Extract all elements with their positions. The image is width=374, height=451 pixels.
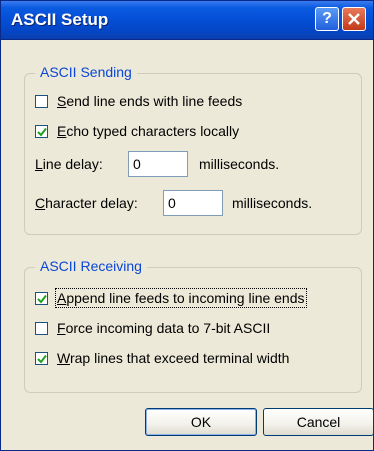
send-line-ends-option[interactable]: Send line ends with line feeds xyxy=(35,92,242,110)
ascii-setup-dialog: ASCII Setup ? ASCII Sending Send line en… xyxy=(0,0,374,451)
echo-local-label: Echo typed characters locally xyxy=(57,123,240,139)
char-delay-input[interactable]: 0 xyxy=(163,190,223,216)
append-line-feeds-checkbox[interactable] xyxy=(35,291,48,305)
echo-local-option[interactable]: Echo typed characters locally xyxy=(35,122,239,140)
char-delay-label: Character delay: xyxy=(35,195,138,211)
send-line-ends-checkbox[interactable] xyxy=(35,94,48,108)
send-line-ends-label: Send line ends with line feeds xyxy=(57,93,243,109)
wrap-lines-label: Wrap lines that exceed terminal width xyxy=(57,350,290,366)
check-icon xyxy=(37,354,47,364)
append-line-feeds-option[interactable]: Append line feeds to incoming line ends xyxy=(35,288,307,308)
check-icon xyxy=(37,294,47,304)
line-delay-unit: milliseconds. xyxy=(199,156,280,172)
line-delay-input[interactable]: 0 xyxy=(128,151,188,177)
echo-local-checkbox[interactable] xyxy=(35,124,48,138)
title-bar[interactable]: ASCII Setup ? xyxy=(1,1,373,40)
help-button[interactable]: ? xyxy=(315,7,339,31)
wrap-lines-option[interactable]: Wrap lines that exceed terminal width xyxy=(35,349,289,367)
line-delay-label: Line delay: xyxy=(35,156,103,172)
append-line-feeds-label: Append line feeds to incoming line ends xyxy=(55,288,307,308)
close-icon xyxy=(348,13,360,25)
force-7bit-option[interactable]: Force incoming data to 7-bit ASCII xyxy=(35,319,270,337)
wrap-lines-checkbox[interactable] xyxy=(35,351,48,365)
check-icon xyxy=(37,127,47,137)
ok-button[interactable]: OK xyxy=(145,408,257,436)
window-title: ASCII Setup xyxy=(11,10,109,29)
close-button[interactable] xyxy=(342,7,366,31)
ascii-receiving-legend: ASCII Receiving xyxy=(35,258,147,274)
char-delay-unit: milliseconds. xyxy=(232,195,313,211)
force-7bit-label: Force incoming data to 7-bit ASCII xyxy=(57,320,271,336)
cancel-button[interactable]: Cancel xyxy=(263,408,374,436)
help-icon: ? xyxy=(322,10,332,27)
force-7bit-checkbox[interactable] xyxy=(35,321,48,335)
ascii-sending-legend: ASCII Sending xyxy=(35,64,137,80)
